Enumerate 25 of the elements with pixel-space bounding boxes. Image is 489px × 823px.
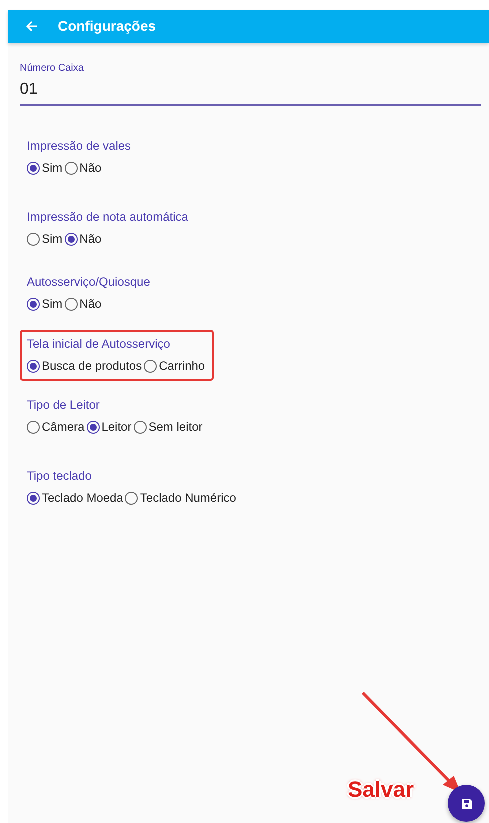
- radio-option[interactable]: Sem leitor: [134, 418, 205, 436]
- radio-option[interactable]: Busca de produtos: [27, 357, 144, 375]
- radio-option[interactable]: Câmera: [27, 418, 87, 436]
- radio-option[interactable]: Sim: [27, 295, 65, 313]
- radio-option[interactable]: Teclado Numérico: [125, 489, 238, 507]
- group-title: Impressão de nota automática: [27, 209, 188, 226]
- group-title: Tela inicial de Autosserviço: [27, 336, 172, 353]
- group-title: Tipo de Leitor: [27, 397, 101, 414]
- save-button[interactable]: [448, 785, 485, 822]
- radio-option[interactable]: Não: [64, 159, 104, 177]
- radio-option[interactable]: Leitor: [86, 418, 134, 436]
- radio-option[interactable]: Teclado Moeda: [27, 489, 126, 507]
- radio-option[interactable]: Carrinho: [144, 357, 208, 375]
- radio-option[interactable]: Sim: [27, 230, 65, 248]
- callout-text: Salvar: [348, 779, 414, 801]
- radio-option[interactable]: Não: [64, 230, 104, 248]
- back-arrow-icon: [26, 21, 38, 32]
- radio-option[interactable]: Sim: [27, 159, 65, 177]
- group-title: Tipo teclado: [27, 468, 93, 485]
- field-label: Número Caixa: [20, 62, 85, 76]
- input-field[interactable]: 01: [20, 76, 481, 106]
- group-title: Autosserviço/Quiosque: [27, 274, 150, 291]
- group-title: Impressão de vales: [27, 138, 132, 155]
- radio-option[interactable]: Não: [64, 295, 104, 313]
- screen-title: Configurações: [58, 17, 156, 36]
